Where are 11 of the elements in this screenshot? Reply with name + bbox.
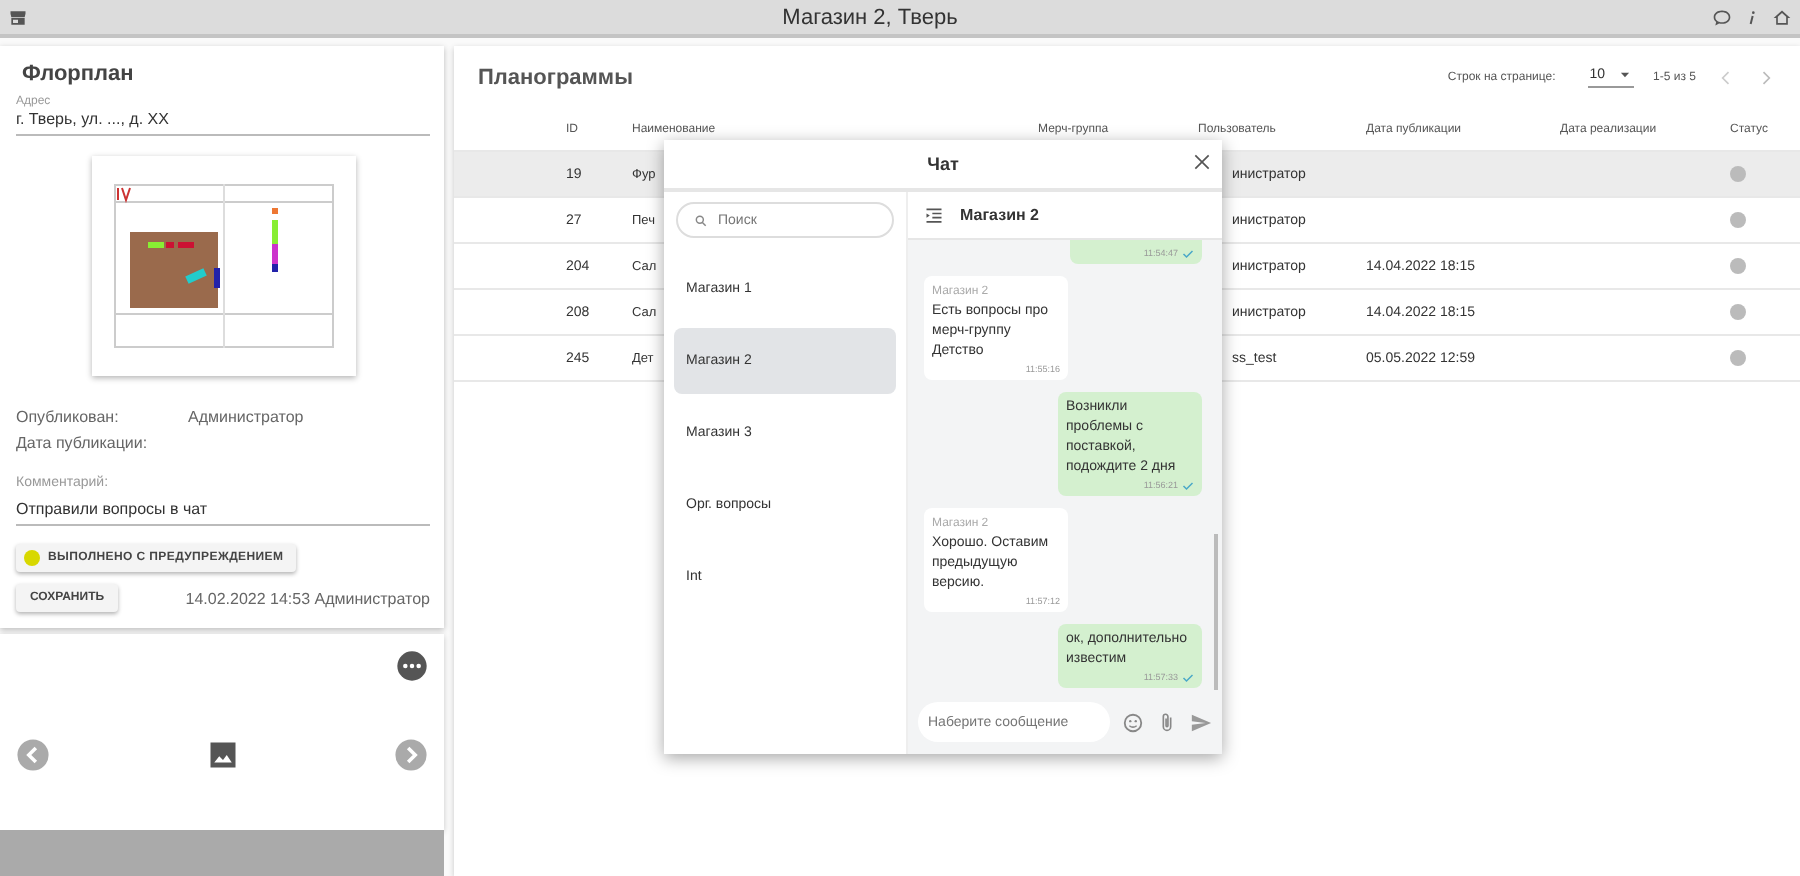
address-field: г. Тверь, ул. ..., д. XX [16, 108, 430, 136]
chat-title: Чат [927, 154, 959, 174]
page-title: Магазин 2, Тверь [780, 5, 960, 29]
chat-room-title: Магазин 2 [960, 206, 1039, 224]
saved-info: 14.02.2022 14:53 Администратор [185, 589, 430, 607]
info-label: Опубликован: [16, 408, 121, 426]
comment-field: Отправили вопросы в чат [16, 498, 430, 526]
section-title: Планограммы [478, 66, 635, 90]
section-title: Флорплан [22, 62, 136, 86]
info-label: Дата публикации: [16, 434, 150, 452]
info-value: Администратор [188, 408, 304, 426]
